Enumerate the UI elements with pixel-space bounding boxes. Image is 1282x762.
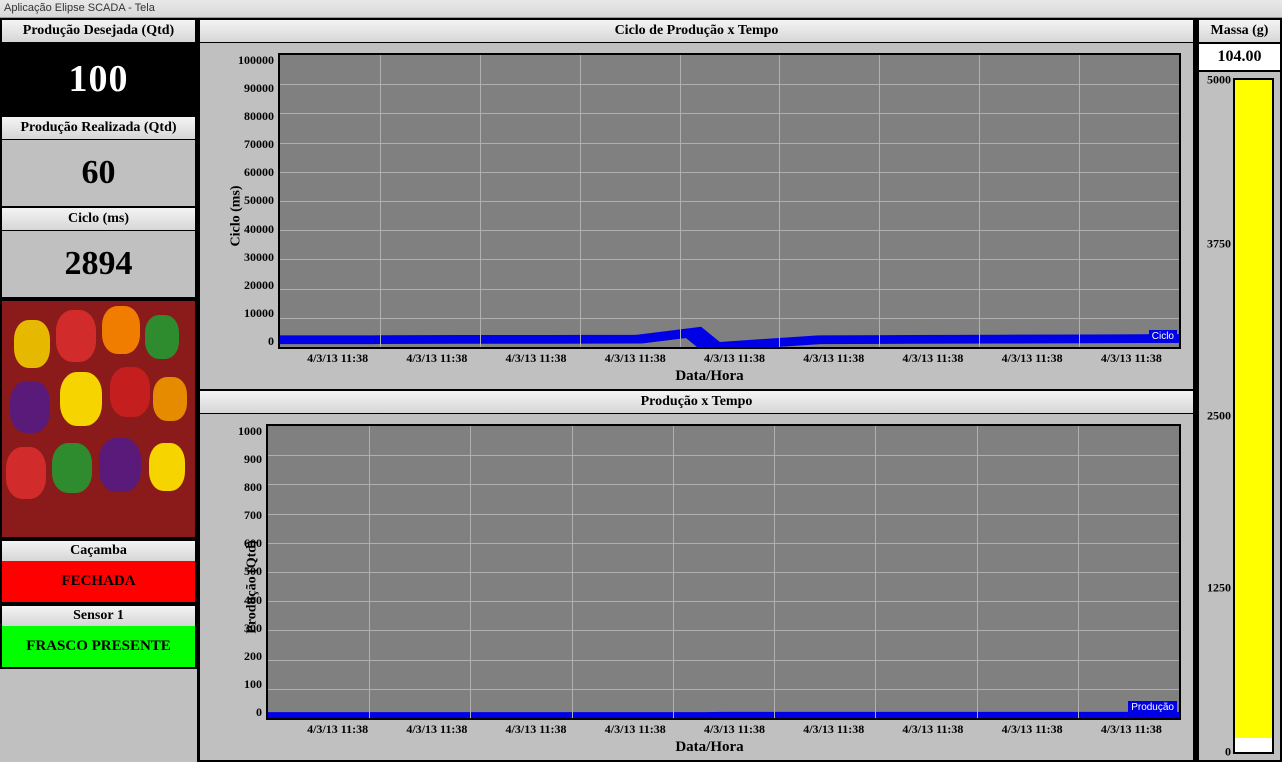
value-producao-realizada: 60 bbox=[2, 140, 195, 206]
chart-producao-ylabel: Produção (Qtd) bbox=[245, 540, 261, 633]
chart-producao-tempo: Produção x Tempo Produção (Qtd) 10009008… bbox=[198, 391, 1195, 762]
window-titlebar: Aplicação Elipse SCADA - Tela bbox=[0, 0, 1282, 18]
value-massa: 104.00 bbox=[1197, 44, 1282, 72]
panel-producao-desejada: Produção Desejada (Qtd) 100 bbox=[0, 18, 197, 117]
mass-column: Massa (g) 104.00 50003750250012500 bbox=[1196, 18, 1282, 762]
value-producao-desejada: 100 bbox=[2, 43, 195, 115]
chart-producao-xlabel: Data/Hora bbox=[238, 739, 1181, 756]
panel-producao-realizada: Produção Realizada (Qtd) 60 bbox=[0, 117, 197, 208]
chart-producao-legend: Produção bbox=[1128, 701, 1177, 714]
label-sensor1: Sensor 1 bbox=[0, 604, 197, 626]
label-producao-desejada: Produção Desejada (Qtd) bbox=[2, 20, 195, 43]
chart-ciclo-tempo: Ciclo de Produção x Tempo Ciclo (ms) 100… bbox=[198, 18, 1195, 391]
chart-ciclo-xlabel: Data/Hora bbox=[238, 368, 1181, 385]
label-producao-realizada: Produção Realizada (Qtd) bbox=[2, 117, 195, 140]
mass-gauge-bar bbox=[1233, 78, 1274, 754]
main-layout: Produção Desejada (Qtd) 100 Produção Rea… bbox=[0, 18, 1282, 762]
status-sensor1: FRASCO PRESENTE bbox=[0, 626, 197, 669]
chart-producao-xticks: 4/3/13 11:384/3/13 11:384/3/13 11:384/3/… bbox=[288, 722, 1181, 737]
chart-ciclo-title: Ciclo de Produção x Tempo bbox=[200, 20, 1193, 43]
mass-gauge-ticks: 50003750250012500 bbox=[1199, 72, 1233, 760]
chart-producao-plot[interactable]: Produção bbox=[266, 424, 1181, 720]
label-cacamba: Caçamba bbox=[0, 539, 197, 561]
mass-gauge: 50003750250012500 bbox=[1197, 72, 1282, 762]
panel-ciclo: Ciclo (ms) 2894 bbox=[0, 208, 197, 299]
chart-ciclo-ylabel: Ciclo (ms) bbox=[229, 185, 245, 246]
chart-ciclo-plot[interactable]: Ciclo bbox=[278, 53, 1181, 349]
left-column: Produção Desejada (Qtd) 100 Produção Rea… bbox=[0, 18, 198, 762]
mass-gauge-fill bbox=[1235, 80, 1272, 738]
chart-ciclo-legend: Ciclo bbox=[1149, 330, 1177, 343]
status-cacamba: FECHADA bbox=[0, 561, 197, 604]
value-ciclo: 2894 bbox=[2, 231, 195, 297]
label-massa: Massa (g) bbox=[1197, 18, 1282, 44]
chart-producao-title: Produção x Tempo bbox=[200, 391, 1193, 414]
charts-column: Ciclo de Produção x Tempo Ciclo (ms) 100… bbox=[198, 18, 1196, 762]
chart-ciclo-xticks: 4/3/13 11:384/3/13 11:384/3/13 11:384/3/… bbox=[288, 351, 1181, 366]
product-image bbox=[0, 299, 197, 539]
label-ciclo: Ciclo (ms) bbox=[2, 208, 195, 231]
